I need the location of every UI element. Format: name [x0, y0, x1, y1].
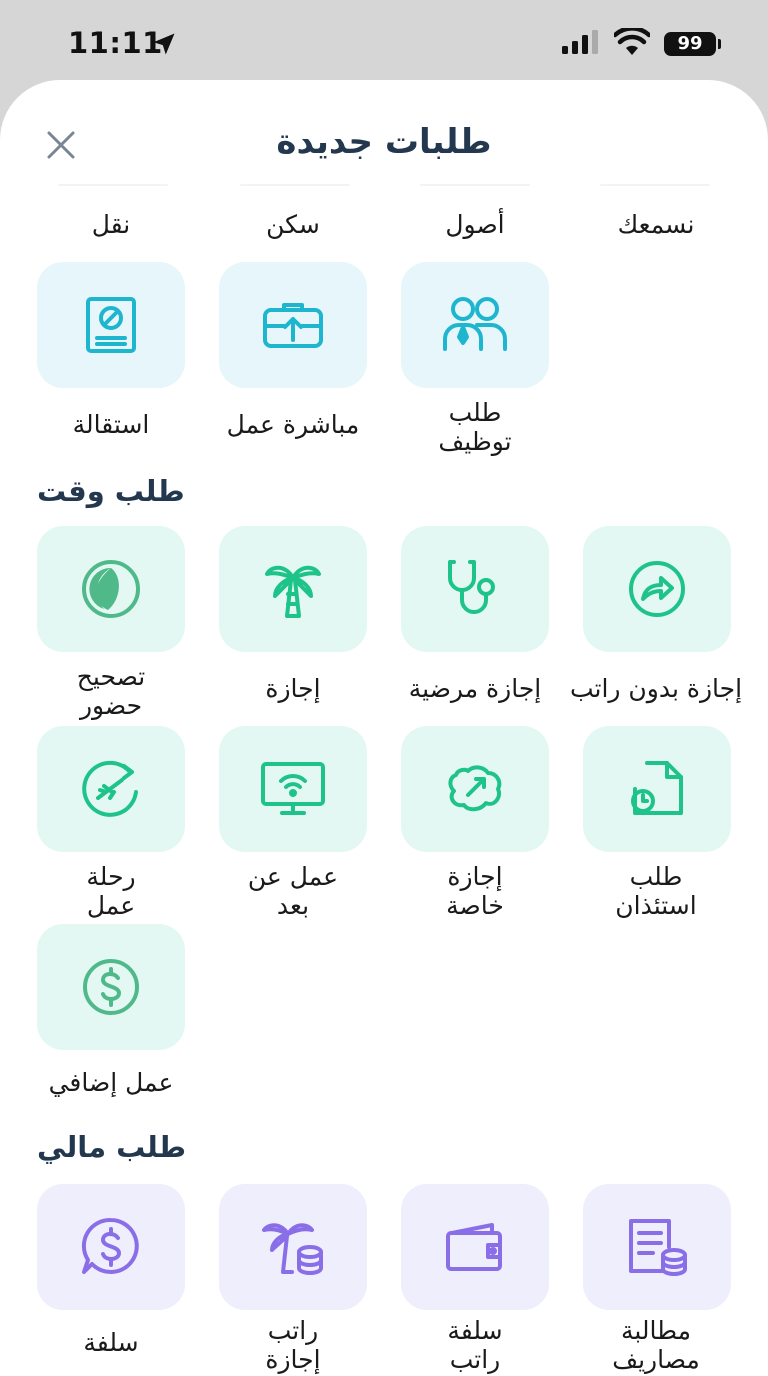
request-label-permission: طلب استئذان — [566, 862, 746, 920]
request-tile-leave-salary[interactable] — [219, 1184, 367, 1310]
dollar-chat-icon — [81, 1217, 139, 1274]
briefcase-upload-icon — [263, 303, 323, 348]
status-bar: 11:11 99 — [0, 0, 768, 84]
request-tile-start-work[interactable] — [219, 262, 367, 388]
half-circle-icon — [82, 560, 140, 618]
palm-coins-icon — [262, 1223, 323, 1275]
label-line: سلفة راتب — [447, 1316, 503, 1374]
label-line: راتب إجازة — [265, 1316, 321, 1374]
dollar-circle-icon — [83, 959, 139, 1015]
request-tile-advance[interactable] — [37, 1184, 185, 1310]
wifi-icon — [614, 28, 650, 55]
request-tile-overtime[interactable] — [37, 924, 185, 1050]
request-tile-attendance-correction[interactable] — [37, 526, 185, 652]
label-line: تصحيح حضور — [76, 662, 146, 720]
label-line: إجازة خاصة — [446, 862, 504, 920]
request-label-leave-salary: راتب إجازة — [203, 1316, 383, 1374]
wallet-icon — [446, 1223, 502, 1271]
request-item-label[interactable]: أصول — [385, 210, 565, 239]
request-label-start-work: مباشرة عمل — [226, 410, 360, 439]
request-tile-resignation[interactable] — [37, 262, 185, 388]
monitor-wifi-icon — [261, 762, 325, 815]
request-item-label[interactable]: سكن — [203, 210, 383, 239]
request-label-remote-work: عمل عن بعد — [203, 862, 383, 920]
request-tile-permission[interactable] — [583, 726, 731, 852]
label-line: طلب استئذان — [615, 862, 697, 920]
request-tile-leave[interactable] — [219, 526, 367, 652]
forward-arrow-icon — [629, 561, 685, 617]
special-leave-icon — [448, 765, 502, 812]
battery-tip — [718, 39, 721, 49]
cellular-signal-icon — [562, 30, 598, 54]
request-tile-salary-advance[interactable] — [401, 1184, 549, 1310]
location-arrow-icon — [153, 33, 175, 55]
stethoscope-icon — [448, 560, 495, 614]
section-title-finance: طلب مالي — [37, 1130, 187, 1164]
battery-indicator: 99 — [664, 32, 716, 56]
label-line: عمل عن بعد — [247, 862, 339, 920]
request-label-resignation: استقالة — [72, 410, 150, 439]
document-clock-icon — [631, 761, 683, 815]
label-line: رحلة عمل — [86, 862, 136, 920]
request-tile-unpaid-leave[interactable] — [583, 526, 731, 652]
request-tile-hiring[interactable] — [401, 262, 549, 388]
request-label-sick-leave: إجازة مرضية — [408, 674, 542, 703]
request-item-label[interactable]: نقل — [21, 210, 201, 239]
request-tile-remote-work[interactable] — [219, 726, 367, 852]
request-label-overtime: عمل إضافي — [48, 1068, 174, 1097]
sheet-header: طلبات جديدة — [0, 80, 768, 190]
resignation-document-icon — [86, 297, 136, 353]
request-label-expense-claim: مطالبة مصاريف — [566, 1316, 746, 1374]
request-item-label[interactable]: نسمعك — [566, 210, 746, 239]
request-tile-business-trip[interactable] — [37, 726, 185, 852]
page-title: طلبات جديدة — [276, 122, 492, 162]
divider — [600, 184, 710, 186]
request-label-leave: إجازة — [265, 674, 321, 703]
request-tile-sick-leave[interactable] — [401, 526, 549, 652]
divider — [58, 184, 168, 186]
invoice-coins-icon — [629, 1219, 687, 1276]
request-label-unpaid-leave: إجازة بدون راتب — [569, 674, 743, 703]
users-icon — [443, 297, 507, 351]
palm-tree-icon — [265, 565, 321, 618]
divider — [240, 184, 350, 186]
request-tile-expense-claim[interactable] — [583, 1184, 731, 1310]
label-line: طلب توظيف — [438, 398, 512, 456]
airplane-icon — [82, 760, 138, 817]
request-label-business-trip: رحلة عمل — [21, 862, 201, 920]
request-label-salary-advance: سلفة راتب — [385, 1316, 565, 1374]
label-line: مطالبة مصاريف — [612, 1316, 700, 1374]
divider — [420, 184, 530, 186]
request-label-advance: سلفة — [83, 1328, 139, 1357]
request-label-attendance-correction: تصحيح حضور — [21, 662, 201, 720]
new-requests-sheet: طلبات جديدة نسمعك أصول سكن نقل طلب توظيف… — [0, 80, 768, 1376]
request-tile-special-leave[interactable] — [401, 726, 549, 852]
request-label-hiring: طلب توظيف — [385, 398, 565, 456]
status-time: 11:11 — [68, 26, 163, 60]
request-label-special-leave: إجازة خاصة — [385, 862, 565, 920]
section-title-time: طلب وقت — [37, 474, 185, 508]
